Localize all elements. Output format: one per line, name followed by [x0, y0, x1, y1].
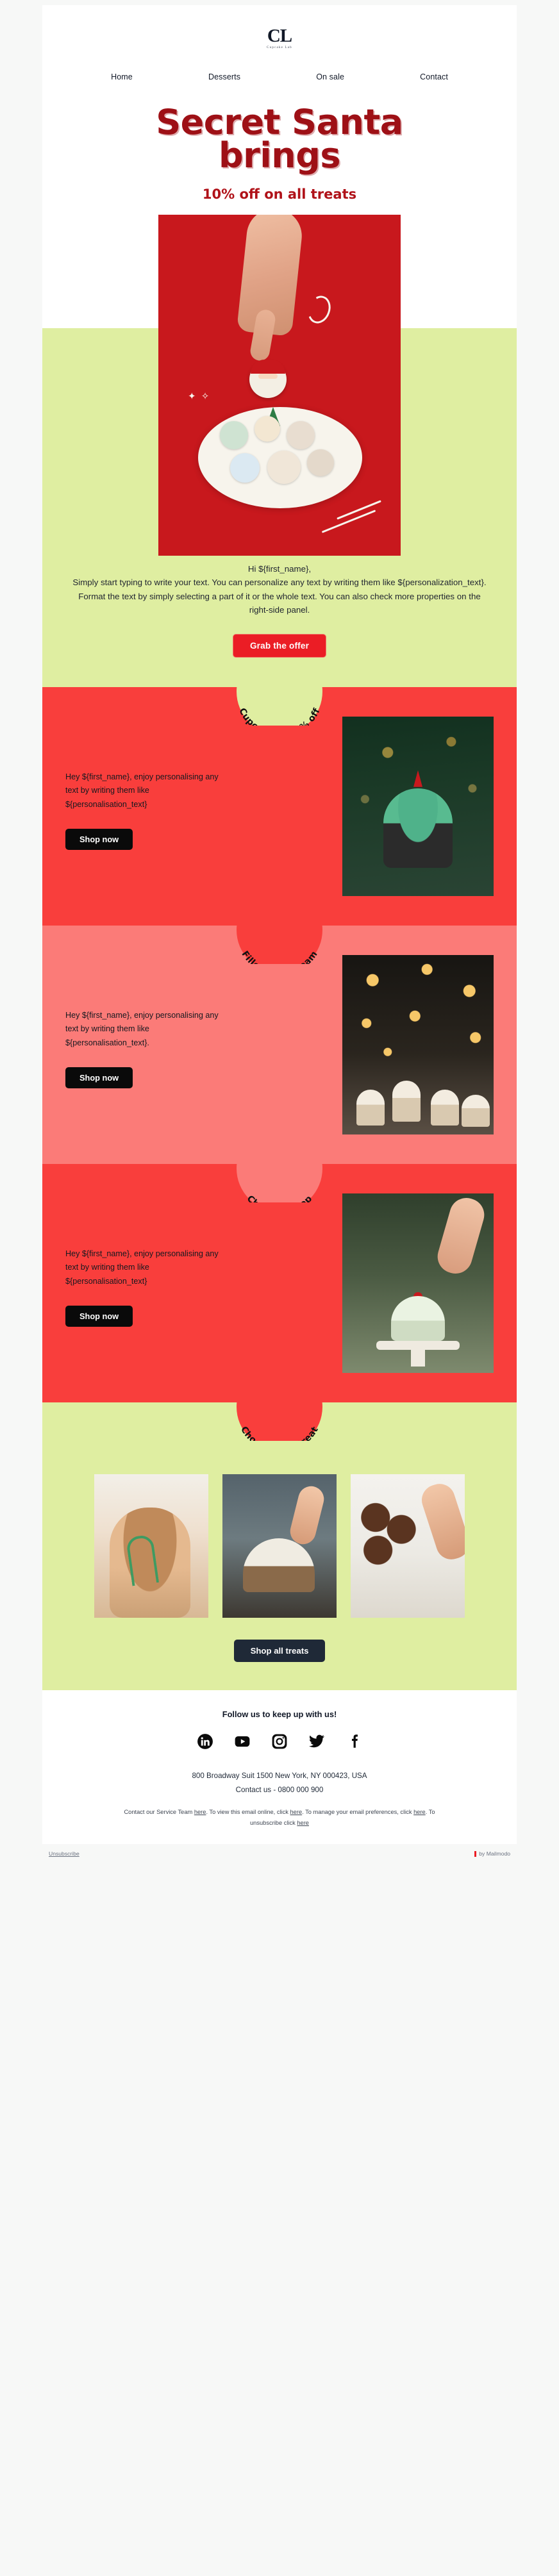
social-links	[68, 1733, 491, 1750]
santa-hat-shape	[251, 359, 285, 374]
santa-face-shape	[258, 373, 278, 379]
arch-cut-shape	[237, 1163, 322, 1202]
follow-us-text: Follow us to keep up with us!	[222, 1709, 337, 1719]
product-body-2: Hey ${first_name}, enjoy personalising a…	[65, 1010, 219, 1048]
hero-subtitle: 10% off on all treats	[202, 186, 357, 202]
product-photo-bokeh-cupcakes[interactable]	[342, 954, 494, 1134]
intro-cta-wrap: Grab the offer	[42, 617, 517, 687]
section-cheery: Cheery on top Hey ${first_name}, enjoy p…	[42, 1163, 517, 1402]
nav-item-on-sale[interactable]: On sale	[316, 72, 344, 81]
legal-part-3: . To manage your email preferences, clic…	[302, 1808, 414, 1815]
gallery-photo-candy-cane[interactable]	[94, 1474, 208, 1618]
cookie-shape	[287, 420, 315, 449]
cupcake-shape	[356, 1089, 385, 1126]
arch-cut-shape	[237, 925, 322, 964]
address-line: 800 Broadway Suit 1500 New York, NY 0004…	[192, 1771, 367, 1780]
arch-cut-shape	[237, 1402, 322, 1441]
section-cupcakes: Cupcakes @10% off Hey ${first_name}, enj…	[42, 686, 517, 926]
shop-now-button-2[interactable]: Shop now	[65, 1067, 133, 1088]
nav-item-desserts[interactable]: Desserts	[208, 72, 240, 81]
main-nav: Home Desserts On sale Contact	[42, 69, 517, 101]
gallery-cta-wrap: Shop all treats	[42, 1617, 517, 1690]
product-copy-3: Hey ${first_name}, enjoy personalising a…	[65, 1224, 331, 1327]
product-row-cupcakes: Hey ${first_name}, enjoy personalising a…	[42, 716, 517, 926]
brand-logo[interactable]: CL Cupcake Lab	[42, 27, 517, 69]
sparkle-decoration: ✦ ✧	[188, 390, 211, 402]
unsubscribe-link[interactable]: Unsubscribe	[49, 1850, 79, 1857]
product-copy-2: Hey ${first_name}, enjoy personalising a…	[65, 986, 331, 1088]
legal-link-view-online[interactable]: here	[290, 1809, 303, 1815]
cookie-shape	[220, 420, 248, 449]
section-cream: Filled with cream Hey ${first_name}, enj…	[42, 925, 517, 1164]
gallery-row	[42, 1440, 517, 1618]
photo-shape	[342, 954, 494, 1134]
hand-shape	[433, 1193, 488, 1277]
legal-part-1: Contact our Service Team	[124, 1808, 194, 1815]
hero-title-block: Secret Santa brings 10% off on all treat…	[42, 101, 517, 210]
footer-address: 800 Broadway Suit 1500 New York, NY 0004…	[68, 1769, 491, 1798]
legal-link-unsubscribe[interactable]: here	[297, 1820, 309, 1826]
gallery-photo-decorating-cake[interactable]	[222, 1474, 337, 1618]
email-footer: Follow us to keep up with us! 800 Broadw…	[42, 1690, 517, 1845]
photo-shape	[342, 716, 494, 896]
legal-text: Contact our Service Team here. To view t…	[68, 1798, 491, 1832]
cupcake-shape	[392, 1080, 421, 1122]
grab-the-offer-button[interactable]: Grab the offer	[232, 633, 327, 658]
preview-bottom-bar: Unsubscribe by Mailmodo	[42, 1844, 517, 1869]
shop-all-treats-button[interactable]: Shop all treats	[233, 1639, 326, 1662]
nav-item-home[interactable]: Home	[111, 72, 133, 81]
shop-now-button-3[interactable]: Shop now	[65, 1305, 133, 1327]
swirl-decoration	[304, 292, 335, 327]
photo-shape	[342, 1193, 494, 1373]
arch-cut-shape	[237, 686, 322, 726]
facebook-icon[interactable]	[346, 1733, 362, 1750]
stand-stem-shape	[411, 1347, 425, 1367]
contact-line: Contact us - 0800 000 900	[235, 1786, 324, 1795]
product-photo-cake-stand[interactable]	[342, 1193, 494, 1373]
linkedin-icon[interactable]	[197, 1733, 213, 1750]
twitter-icon[interactable]	[308, 1733, 325, 1750]
legal-part-2: . To view this email online, click	[206, 1808, 290, 1815]
hero-image-block: ✦ ✧	[42, 209, 517, 556]
shop-now-button-1[interactable]: Shop now	[65, 828, 133, 850]
intro-body: Simply start typing to write your text. …	[72, 578, 487, 615]
cookie-shape	[267, 450, 301, 484]
arch-divider-4: Choose your treat	[42, 1402, 517, 1441]
cake-shape	[391, 1295, 445, 1341]
intro-greeting: Hi ${first_name},	[247, 563, 312, 574]
logo-subtitle-text: Cupcake Lab	[267, 46, 292, 49]
cookie-shape	[230, 453, 260, 483]
email-body: CL Cupcake Lab Home Desserts On sale Con…	[42, 5, 517, 1845]
provider-credit-text: by Mailmodo	[479, 1850, 510, 1857]
product-copy-1: Hey ${first_name}, enjoy personalising a…	[65, 747, 331, 850]
cupcake-shape	[462, 1094, 490, 1127]
hero-title-line-2: brings	[218, 135, 341, 176]
logo-mark-text: CL	[267, 26, 292, 46]
section-gallery: Choose your treat Shop all treats	[42, 1402, 517, 1690]
hero-title: Secret Santa brings	[87, 105, 472, 173]
hero-photo-santa-cookies[interactable]: ✦ ✧	[158, 214, 401, 556]
product-body-3: Hey ${first_name}, enjoy personalising a…	[65, 1249, 219, 1286]
mailmodo-logo-icon	[474, 1850, 477, 1857]
email-header: CL Cupcake Lab Home Desserts On sale Con…	[42, 5, 517, 101]
email-preview-page: CL Cupcake Lab Home Desserts On sale Con…	[0, 0, 559, 2576]
intro-text-block: Hi ${first_name}, Simply start typing to…	[42, 555, 517, 617]
legal-link-preferences[interactable]: here	[413, 1809, 426, 1815]
cookie-shape	[254, 415, 280, 442]
product-row-cheery: Hey ${first_name}, enjoy personalising a…	[42, 1193, 517, 1402]
instagram-icon[interactable]	[271, 1733, 288, 1750]
nav-item-contact[interactable]: Contact	[420, 72, 448, 81]
youtube-icon[interactable]	[234, 1733, 251, 1750]
legal-link-service-team[interactable]: here	[194, 1809, 206, 1815]
gallery-photo-brownies[interactable]	[351, 1474, 465, 1618]
cupcake-shape	[431, 1089, 459, 1126]
provider-credit: by Mailmodo	[474, 1850, 510, 1857]
product-photo-green-cupcake[interactable]	[342, 716, 494, 896]
product-body-1: Hey ${first_name}, enjoy personalising a…	[65, 772, 219, 810]
cookie-shape	[307, 449, 334, 476]
product-row-cream: Hey ${first_name}, enjoy personalising a…	[42, 954, 517, 1164]
